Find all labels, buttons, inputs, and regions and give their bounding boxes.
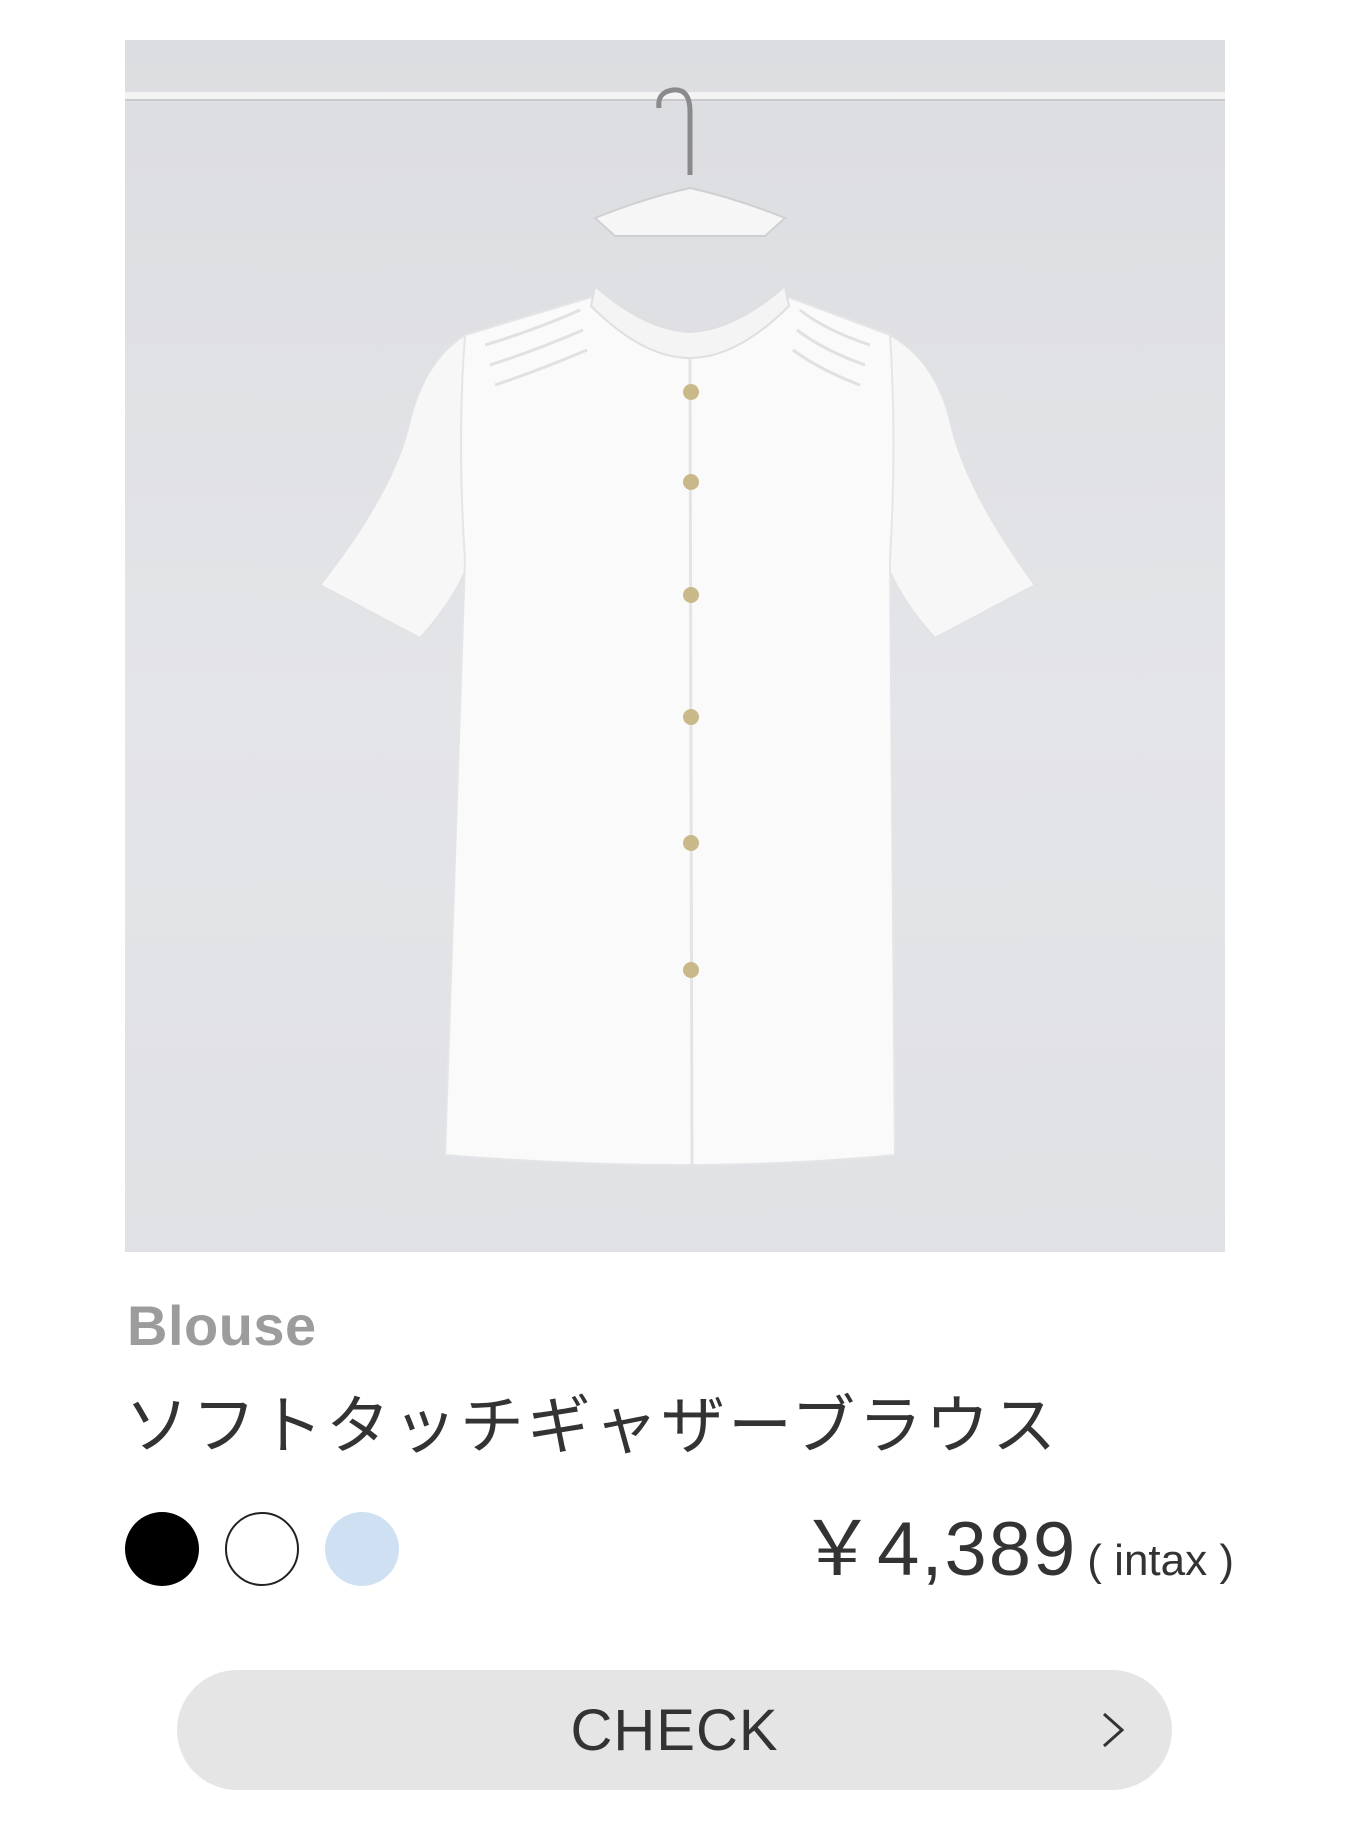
product-image[interactable] (125, 40, 1225, 1252)
blouse-photo (125, 87, 1225, 1169)
category-label: Blouse (127, 1294, 317, 1357)
color-swatches (125, 1512, 399, 1586)
check-button[interactable]: CHECK (177, 1670, 1172, 1790)
color-swatch-light-blue[interactable] (325, 1512, 399, 1586)
check-button-label: CHECK (570, 1697, 779, 1763)
chevron-right-icon (1103, 1712, 1125, 1748)
color-swatch-white[interactable] (225, 1512, 299, 1586)
price-tax-note: ( intax ) (1087, 1536, 1234, 1585)
color-swatch-black[interactable] (125, 1512, 199, 1586)
price-amount: ￥4,389 (799, 1507, 1078, 1592)
product-name[interactable]: ソフトタッチギャザーブラウス (125, 1395, 1059, 1459)
price: ￥4,389 ( intax ) (799, 1512, 1234, 1588)
